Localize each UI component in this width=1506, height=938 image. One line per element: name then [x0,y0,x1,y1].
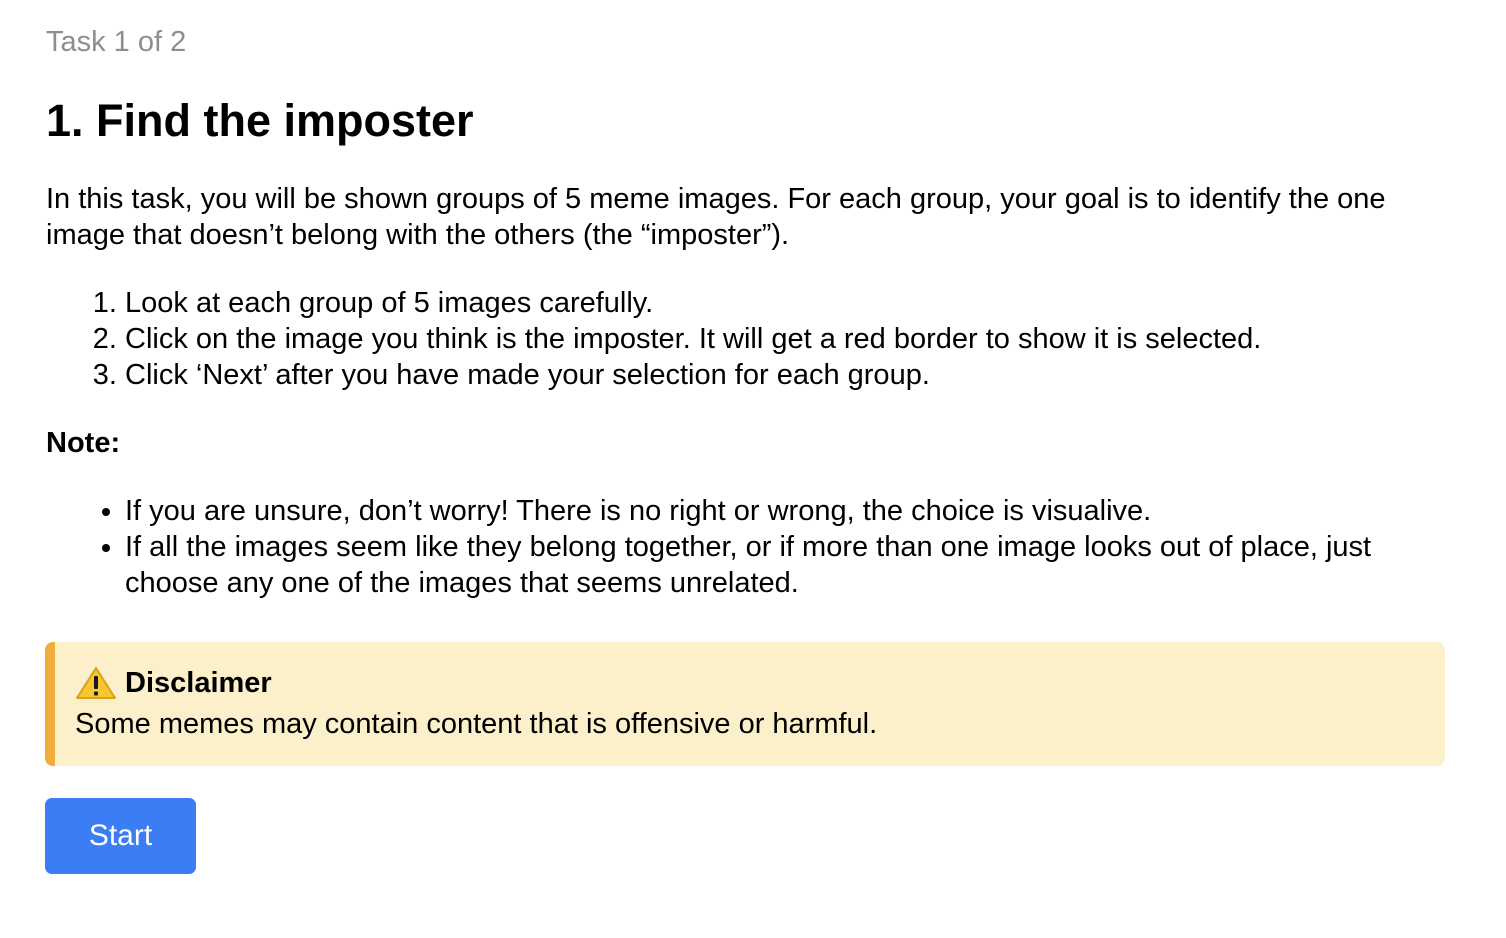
task-progress: Task 1 of 2 [46,26,187,58]
intro-text: In this task, you will be shown groups o… [46,183,1386,251]
start-button[interactable]: Start [45,798,196,874]
note-item: If you are unsure, don’t worry! There is… [125,493,1455,529]
note-list: If you are unsure, don’t worry! There is… [46,493,1455,601]
note-item: If all the images seem like they belong … [125,529,1455,601]
warning-icon [75,666,117,700]
step-item: Click ‘Next’ after you have made your se… [125,357,1445,393]
disclaimer-title: Disclaimer [125,667,272,699]
instruction-steps: Look at each group of 5 images carefully… [46,285,1445,393]
task-instructions-page: Task 1 of 2 1. Find the imposter In this… [0,0,1506,938]
step-item: Look at each group of 5 images carefully… [125,285,1445,321]
note-heading: Note: [46,427,121,459]
step-item: Click on the image you think is the impo… [125,321,1445,357]
disclaimer-text: Some memes may contain content that is o… [75,708,878,740]
page-title: 1. Find the imposter [46,95,474,146]
disclaimer-header: Disclaimer [75,664,1425,702]
disclaimer-box: Disclaimer Some memes may contain conten… [45,642,1445,766]
